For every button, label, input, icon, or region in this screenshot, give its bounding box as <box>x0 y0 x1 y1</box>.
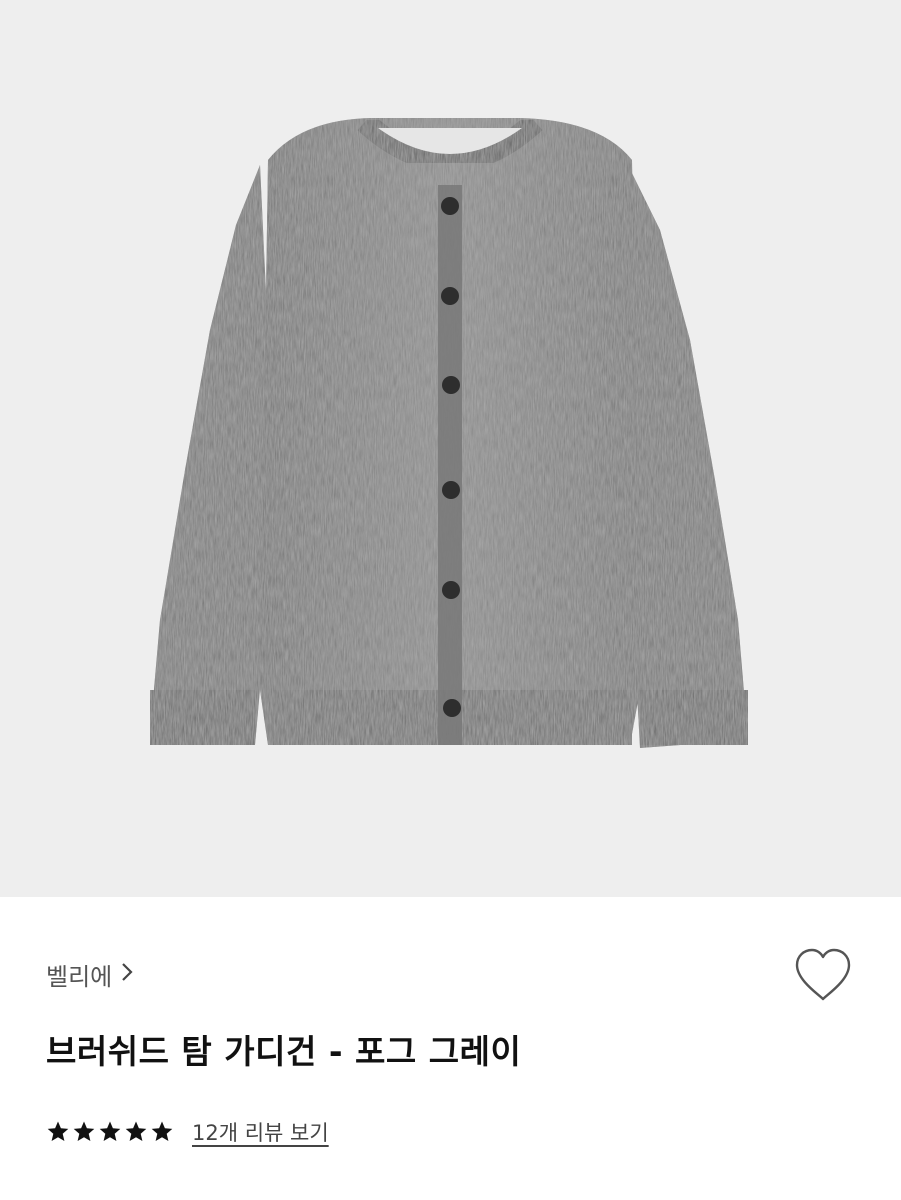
star-filled-icon <box>73 1121 95 1141</box>
product-title: 브러쉬드 탐 가디건 - 포그 그레이 <box>46 1032 522 1071</box>
chevron-right-icon <box>120 961 134 988</box>
product-info: 벨리에 브러쉬드 탐 가디건 - 포그 그레이 12개 리뷰 보기 <box>0 897 901 1200</box>
wishlist-button[interactable] <box>792 947 854 1005</box>
brand-name[interactable]: 벨리에 <box>46 957 112 992</box>
star-filled-icon <box>99 1121 121 1141</box>
review-link[interactable]: 12개 리뷰 보기 <box>192 1117 329 1147</box>
star-filled-icon <box>151 1121 173 1141</box>
rating-row: 12개 리뷰 보기 <box>46 1117 329 1147</box>
product-image[interactable] <box>0 0 901 897</box>
star-filled-icon <box>47 1121 69 1141</box>
heart-outline-icon <box>795 948 851 1001</box>
star-rating <box>46 1120 174 1144</box>
star-filled-icon <box>125 1121 147 1141</box>
brand-link[interactable]: 벨리에 <box>46 957 134 992</box>
cardigan-illustration <box>150 113 748 748</box>
